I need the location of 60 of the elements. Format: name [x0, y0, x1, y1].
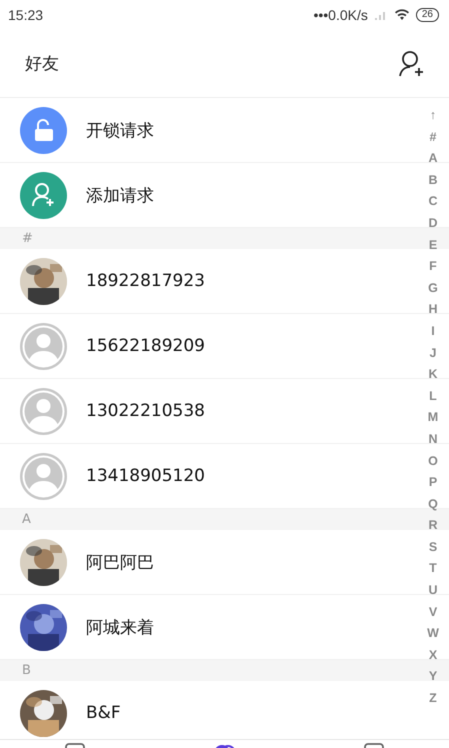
- request-row[interactable]: 添加请求: [0, 163, 415, 227]
- section-letter: A: [22, 512, 31, 527]
- index-letter[interactable]: I: [431, 320, 435, 343]
- contact-name: 13022210538: [86, 401, 205, 421]
- default-avatar: [20, 322, 67, 370]
- padlock-icon: [32, 119, 54, 141]
- index-letter[interactable]: K: [428, 364, 438, 386]
- contact-name: 18922817923: [86, 271, 205, 291]
- index-letter[interactable]: G: [428, 278, 438, 300]
- section-letter: B: [22, 663, 31, 678]
- add-user-icon: [30, 182, 56, 208]
- network-speed: •••0.0K/s: [313, 7, 368, 23]
- contact-row[interactable]: 18922817923: [0, 249, 415, 313]
- section-letter: #: [22, 231, 33, 246]
- index-letter[interactable]: T: [429, 558, 437, 580]
- index-letter[interactable]: F: [429, 256, 437, 278]
- request-label: 添加请求: [86, 184, 154, 206]
- contact-row[interactable]: 13418905120: [0, 444, 415, 508]
- contact-name: 15622189209: [86, 336, 205, 356]
- contact-row[interactable]: 13022210538: [0, 379, 415, 443]
- index-letter[interactable]: J: [430, 342, 436, 364]
- signal-icon: [374, 9, 388, 21]
- index-letter[interactable]: P: [428, 472, 438, 494]
- index-letter[interactable]: M: [428, 407, 438, 429]
- index-letter[interactable]: ↑: [430, 105, 436, 127]
- contact-row[interactable]: 阿城来着: [0, 595, 415, 659]
- index-letter[interactable]: R: [428, 515, 438, 537]
- index-letter[interactable]: A: [428, 148, 438, 170]
- contact-name: 13418905120: [86, 466, 205, 486]
- index-letter[interactable]: Y: [428, 666, 438, 688]
- clock: 15:23: [8, 7, 44, 23]
- index-letter[interactable]: U: [428, 580, 438, 602]
- index-letter[interactable]: Z: [429, 688, 437, 710]
- contact-name: 阿巴阿巴: [86, 552, 154, 574]
- wifi-icon: [394, 9, 410, 21]
- contact-row[interactable]: 阿巴阿巴: [0, 530, 415, 594]
- index-letter[interactable]: H: [428, 299, 438, 321]
- index-letter[interactable]: L: [429, 386, 437, 408]
- index-letter[interactable]: C: [428, 191, 438, 213]
- index-letter[interactable]: B: [428, 170, 438, 192]
- index-letter[interactable]: E: [428, 234, 438, 256]
- request-row[interactable]: 开锁请求: [0, 98, 415, 162]
- index-letter[interactable]: #: [430, 126, 436, 148]
- index-letter[interactable]: S: [428, 536, 438, 558]
- default-avatar: [20, 452, 67, 500]
- contact-name: B&F: [86, 703, 121, 723]
- index-letter[interactable]: O: [428, 450, 438, 472]
- index-letter[interactable]: D: [428, 212, 438, 235]
- index-letter[interactable]: N: [428, 428, 438, 450]
- index-letter[interactable]: Q: [428, 494, 438, 516]
- contact-name: 阿城来着: [86, 616, 154, 638]
- index-letter[interactable]: X: [428, 644, 438, 666]
- page-title: 好友: [25, 53, 59, 75]
- default-avatar: [20, 388, 67, 434]
- contact-row[interactable]: 15622189209: [0, 314, 415, 378]
- index-letter[interactable]: V: [428, 602, 438, 624]
- contact-row[interactable]: B&F: [0, 681, 415, 739]
- battery-level: 26: [416, 8, 439, 22]
- request-label: 开锁请求: [86, 120, 154, 142]
- index-letter[interactable]: W: [427, 623, 439, 645]
